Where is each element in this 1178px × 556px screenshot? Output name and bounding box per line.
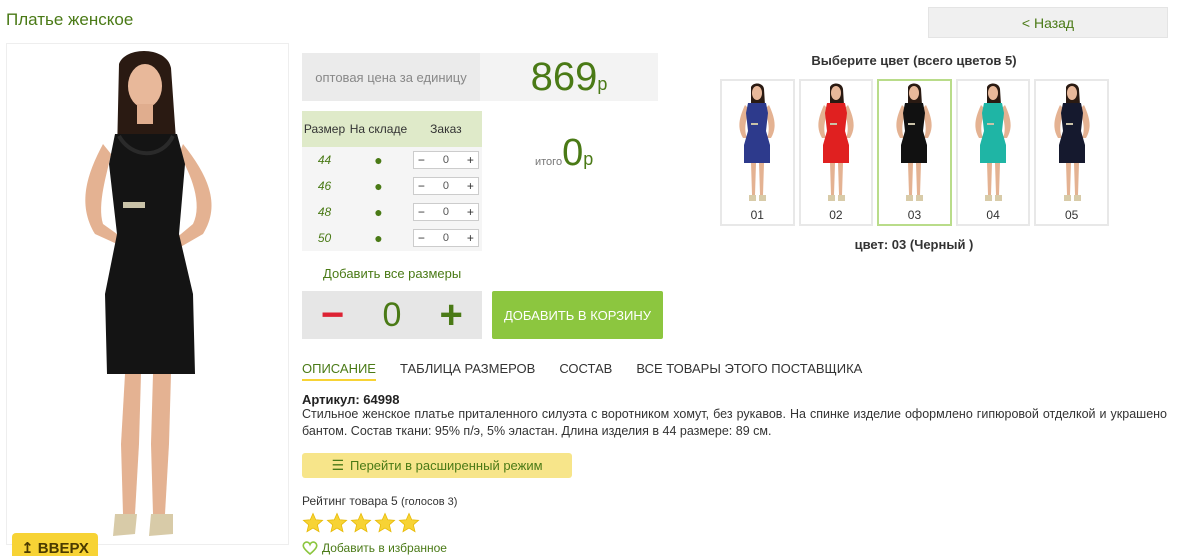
quantity-stepper: − 0 + bbox=[412, 151, 479, 169]
back-button[interactable]: < Назад bbox=[928, 7, 1168, 38]
stock-indicator: ● bbox=[347, 147, 410, 173]
quantity-stepper: − 0 + bbox=[412, 177, 479, 195]
swatch-photo bbox=[975, 83, 1011, 201]
main-quantity-stepper: − 0 + bbox=[302, 291, 482, 339]
color-swatch-01[interactable]: 01 bbox=[720, 79, 795, 226]
quantity-value[interactable]: 0 bbox=[443, 232, 449, 244]
table-row: 50 ● − 0 + bbox=[302, 225, 482, 251]
size-table: Размер На складе Заказ 44 ● − 0 + 46 ● − bbox=[302, 111, 482, 251]
stock-indicator: ● bbox=[347, 225, 410, 251]
color-swatch-05[interactable]: 05 bbox=[1034, 79, 1109, 226]
tab-composition[interactable]: СОСТАВ bbox=[559, 361, 612, 381]
quantity-value[interactable]: 0 bbox=[443, 206, 449, 218]
list-icon: ☰ bbox=[331, 457, 344, 473]
star-icon[interactable] bbox=[326, 512, 348, 534]
article-number: Артикул: 64998 bbox=[302, 392, 400, 407]
extended-mode-label: Перейти в расширенный режим bbox=[350, 458, 543, 473]
price-box: оптовая цена за единицу 869 р bbox=[302, 53, 658, 101]
star-icon[interactable] bbox=[302, 512, 324, 534]
total-currency: р bbox=[583, 149, 594, 169]
order-cell: − 0 + bbox=[409, 173, 482, 199]
total-value: 0 bbox=[562, 132, 584, 174]
table-row: 44 ● − 0 + bbox=[302, 147, 482, 173]
rating-label: Рейтинг товара 5 bbox=[302, 494, 398, 508]
color-swatches: 01 02 03 04 05 bbox=[720, 79, 1109, 227]
price-currency: р bbox=[597, 73, 608, 94]
swatch-photo bbox=[896, 83, 933, 201]
table-row: 46 ● − 0 + bbox=[302, 173, 482, 199]
quantity-value[interactable]: 0 bbox=[443, 154, 449, 166]
quantity-stepper: − 0 + bbox=[412, 203, 479, 221]
quantity-value[interactable]: 0 bbox=[383, 296, 402, 335]
swatch-photo bbox=[818, 83, 854, 201]
star-icon[interactable] bbox=[350, 512, 372, 534]
rating-stars[interactable] bbox=[302, 512, 420, 534]
quantity-value[interactable]: 0 bbox=[443, 180, 449, 192]
tab-supplier-products[interactable]: ВСЕ ТОВАРЫ ЭТОГО ПОСТАВЩИКА bbox=[636, 361, 862, 381]
table-row: 48 ● − 0 + bbox=[302, 199, 482, 225]
increment-button[interactable]: + bbox=[467, 205, 474, 219]
swatch-number: 02 bbox=[829, 208, 843, 222]
stock-indicator: ● bbox=[347, 173, 410, 199]
product-description: Стильное женское платье приталенного сил… bbox=[302, 407, 1167, 438]
quantity-stepper: − 0 + bbox=[412, 229, 479, 247]
decrement-button[interactable]: − bbox=[418, 179, 425, 193]
add-to-favorites-link[interactable]: Добавить в избранное bbox=[302, 541, 447, 555]
color-swatch-03[interactable]: 03 bbox=[877, 79, 952, 226]
swatch-photo bbox=[1054, 83, 1090, 201]
swatch-number: 03 bbox=[907, 208, 922, 222]
col-size-header: Размер bbox=[302, 111, 348, 147]
size-cell: 46 bbox=[302, 173, 348, 199]
price-number: 869 bbox=[530, 54, 598, 99]
rating-votes: (голосов 3) bbox=[401, 496, 458, 508]
add-to-cart-button[interactable]: ДОБАВИТЬ В КОРЗИНУ bbox=[492, 291, 663, 339]
color-picker-title: Выберите цвет (всего цветов 5) bbox=[811, 53, 1017, 68]
model-photo bbox=[85, 50, 212, 536]
heart-icon bbox=[302, 541, 318, 555]
tab-size-chart[interactable]: ТАБЛИЦА РАЗМЕРОВ bbox=[400, 361, 535, 381]
order-cell: − 0 + bbox=[409, 199, 482, 225]
decrement-button[interactable]: − bbox=[418, 205, 425, 219]
price-value: 869 р bbox=[480, 53, 658, 101]
selected-color-label: цвет: 03 (Черный ) bbox=[854, 237, 974, 252]
order-cell: − 0 + bbox=[409, 225, 482, 251]
star-icon[interactable] bbox=[374, 512, 396, 534]
size-cell: 48 bbox=[302, 199, 348, 225]
total-label: итого bbox=[535, 156, 563, 168]
add-all-sizes-link[interactable]: Добавить все размеры bbox=[323, 266, 461, 281]
favorite-label: Добавить в избранное bbox=[322, 541, 447, 555]
decrement-button[interactable]: − bbox=[418, 153, 425, 167]
swatch-number: 04 bbox=[986, 208, 1000, 222]
rating-text: Рейтинг товара 5 (голосов 3) bbox=[302, 494, 457, 508]
swatch-photo bbox=[739, 83, 775, 201]
col-order-header: Заказ bbox=[409, 111, 482, 147]
color-swatch-02[interactable]: 02 bbox=[798, 79, 874, 226]
product-tabs: ОПИСАНИЕ ТАБЛИЦА РАЗМЕРОВ СОСТАВ ВСЕ ТОВ… bbox=[302, 361, 862, 381]
page-title: Платье женское bbox=[6, 10, 134, 29]
increment-button[interactable]: + bbox=[467, 179, 474, 193]
stock-indicator: ● bbox=[347, 199, 410, 225]
increment-button[interactable]: + bbox=[440, 295, 463, 335]
decrement-button[interactable]: − bbox=[418, 231, 425, 245]
increment-button[interactable]: + bbox=[467, 231, 474, 245]
price-label: оптовая цена за единицу bbox=[302, 53, 480, 101]
size-cell: 50 bbox=[302, 225, 348, 251]
star-icon[interactable] bbox=[398, 512, 420, 534]
extended-mode-button[interactable]: ☰ Перейти в расширенный режим bbox=[302, 453, 572, 478]
decrement-button[interactable]: − bbox=[321, 295, 344, 335]
tab-description[interactable]: ОПИСАНИЕ bbox=[302, 361, 376, 381]
order-total: итого 0 р bbox=[535, 132, 593, 175]
color-swatch-04[interactable]: 04 bbox=[955, 79, 1031, 226]
col-stock-header: На складе bbox=[347, 111, 410, 147]
swatch-number: 01 bbox=[750, 208, 764, 222]
size-cell: 44 bbox=[302, 147, 348, 173]
swatch-number: 05 bbox=[1064, 208, 1079, 222]
product-main-image[interactable] bbox=[6, 43, 289, 545]
scroll-up-button[interactable]: ↥ ВВЕРХ bbox=[12, 533, 98, 556]
order-cell: − 0 + bbox=[409, 147, 482, 173]
increment-button[interactable]: + bbox=[467, 153, 474, 167]
